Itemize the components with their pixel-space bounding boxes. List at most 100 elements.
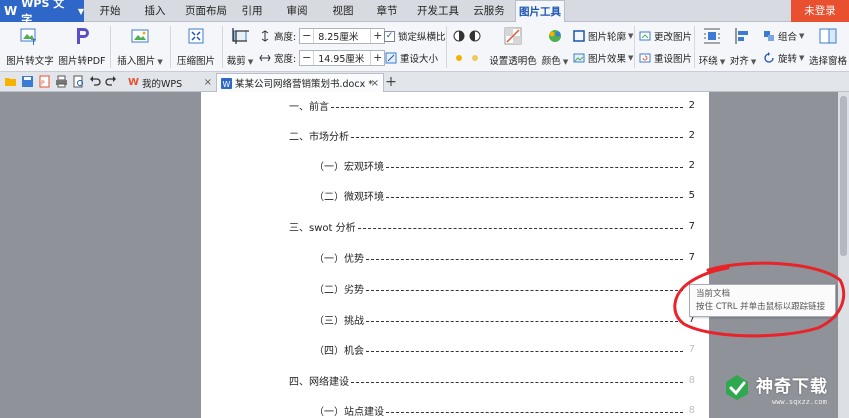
reset-picture-button[interactable]: 重设图片 <box>638 50 692 66</box>
tab-my-wps[interactable]: W 我的WPS × <box>124 73 216 92</box>
redo-icon[interactable] <box>104 75 117 88</box>
toc-leader <box>366 350 683 352</box>
lock-ratio-checkbox[interactable]: ✓ 锁定纵横比 <box>384 28 446 44</box>
toc-entry[interactable]: （二）微观环境 5 <box>314 188 695 203</box>
chevron-down-icon: ▼ <box>562 58 569 66</box>
contrast-buttons[interactable] <box>452 28 484 44</box>
wrap-icon <box>701 25 723 47</box>
reset-size-label: 重设大小 <box>400 54 439 65</box>
brightness-buttons[interactable] <box>452 50 484 66</box>
selection-pane-icon <box>817 25 839 47</box>
insert-picture-button[interactable]: 插入图片 ▼ <box>114 24 166 70</box>
toc-entry[interactable]: （一）宏观环境 2 <box>314 158 695 173</box>
toc-leader <box>366 320 683 322</box>
color-icon <box>544 25 566 47</box>
toc-entry[interactable]: 一、前言 2 <box>289 98 695 113</box>
document-page[interactable]: 一、前言 2 二、市场分析 2 （一）宏观环境 2 （二）微观环境 5 三、swot 分… <box>201 92 709 418</box>
pic-to-pdf-button[interactable]: 图片转PDF <box>58 24 106 70</box>
undo-icon[interactable] <box>89 75 102 88</box>
toc-leader <box>366 289 683 291</box>
wrap-button[interactable]: 环绕 ▼ <box>698 24 726 70</box>
height-decrease-button[interactable]: − <box>300 29 315 43</box>
scrollbar-thumb[interactable] <box>840 96 847 256</box>
tab-cloud-service[interactable]: 云服务 <box>467 0 511 22</box>
tab-picture-tools[interactable]: 图片工具 <box>515 0 565 23</box>
picture-outline-button[interactable]: 图片轮廓 ▼ <box>572 28 633 44</box>
chevron-down-icon: ▼ <box>799 54 805 62</box>
toc-leader <box>386 411 683 413</box>
tooltip-title: 当前文档 <box>696 289 731 299</box>
width-input[interactable]: 14.95厘米 <box>314 51 370 65</box>
align-button[interactable]: 对齐 ▼ <box>728 24 758 70</box>
picture-effect-button[interactable]: 图片效果 ▼ <box>572 50 633 66</box>
width-decrease-button[interactable]: − <box>300 51 315 65</box>
close-icon[interactable]: × <box>204 77 212 88</box>
toc-entry[interactable]: （二）劣势7 <box>314 281 695 296</box>
tab-view[interactable]: 视图 <box>326 0 360 22</box>
width-icon <box>258 52 271 65</box>
link-tooltip: 当前文档 按住 CTRL 并单击鼠标以跟踪链接 <box>689 284 836 317</box>
toc-leader <box>351 381 683 383</box>
compress-picture-icon <box>185 25 207 47</box>
picture-effect-label: 图片效果 <box>588 54 627 65</box>
reset-size-button[interactable]: 重设大小 <box>384 50 438 66</box>
site-watermark: 神奇下载 www.sqxzz.com <box>720 370 846 414</box>
save-icon[interactable] <box>21 75 34 88</box>
color-button[interactable]: 颜色 ▼ <box>540 24 570 70</box>
export-pdf-icon[interactable]: P <box>38 75 51 88</box>
menu-bar: W WPS 文字 ▼ 开始 插入 页面布局 引用 审阅 视图 章节 开发工具 云… <box>0 0 849 26</box>
wrap-label: 环绕 ▼ <box>699 53 725 67</box>
word-doc-icon: W <box>221 77 232 89</box>
tab-review[interactable]: 审阅 <box>280 0 314 22</box>
height-stepper[interactable]: − 8.25厘米 + <box>299 28 386 44</box>
height-input[interactable]: 8.25厘米 <box>314 29 370 43</box>
tab-my-wps-label: 我的WPS <box>142 78 183 90</box>
new-tab-plus-icon[interactable]: + <box>384 73 398 91</box>
toc-entry[interactable]: 三、swot 分析 7 <box>289 219 695 234</box>
selection-pane-button[interactable]: 选择窗格 <box>808 24 848 70</box>
picture-outline-icon <box>572 30 585 43</box>
rotate-button[interactable]: 旋转 ▼ <box>762 50 804 66</box>
group-button[interactable]: 组合 ▼ <box>762 28 804 44</box>
tab-document[interactable]: W 某某公司网络营销策划书.docx * × <box>216 73 384 92</box>
tab-developer[interactable]: 开发工具 <box>413 0 463 22</box>
toc-entry[interactable]: 四、网络建设 8 <box>289 373 695 388</box>
toc-entry[interactable]: （一）优势 7 <box>314 250 695 265</box>
chevron-down-icon: ▼ <box>750 58 757 66</box>
set-transparent-button[interactable]: 设置透明色 <box>486 24 540 70</box>
pic-to-text-button[interactable]: T 图片转文字 <box>6 24 54 70</box>
close-icon[interactable]: × <box>371 78 379 89</box>
change-picture-button[interactable]: 更改图片 <box>638 28 692 44</box>
insert-picture-label: 插入图片 ▼ <box>117 53 162 67</box>
tab-document-label: 某某公司网络营销策划书.docx * <box>235 79 373 90</box>
height-increase-button[interactable]: + <box>370 29 384 43</box>
tab-insert[interactable]: 插入 <box>137 0 173 22</box>
print-preview-icon[interactable] <box>72 75 85 88</box>
toc-page-number: 7 <box>688 251 695 263</box>
tooltip-hint: 按住 CTRL 并单击鼠标以跟踪链接 <box>696 302 826 312</box>
tab-page-layout[interactable]: 页面布局 <box>182 0 230 22</box>
pic-to-text-label: 图片转文字 <box>6 56 54 67</box>
tab-start[interactable]: 开始 <box>92 0 128 22</box>
app-menu-button[interactable]: W WPS 文字 ▼ <box>0 0 84 26</box>
group-icon <box>762 30 775 43</box>
login-button[interactable]: 未登录 <box>791 0 849 22</box>
open-folder-icon[interactable] <box>4 75 17 88</box>
toc-entry[interactable]: （三）挑战 7 <box>314 312 695 327</box>
width-stepper[interactable]: − 14.95厘米 + <box>299 50 386 66</box>
height-icon <box>258 30 271 43</box>
svg-text:T: T <box>30 38 36 46</box>
ribbon-divider <box>634 26 635 68</box>
crop-button[interactable]: 裁剪 ▼ <box>226 24 254 70</box>
tab-references[interactable]: 引用 <box>236 0 268 22</box>
rotate-label: 旋转 <box>778 54 798 65</box>
compress-picture-button[interactable]: 压缩图片 <box>174 24 218 70</box>
tab-chapter[interactable]: 章节 <box>370 0 404 22</box>
width-increase-button[interactable]: + <box>370 51 384 65</box>
watermark-logo-icon <box>726 375 748 400</box>
toc-entry[interactable]: （一）站点建设 8 <box>314 403 695 418</box>
toc-entry[interactable]: （四）机会 7 <box>314 342 695 357</box>
crop-icon <box>229 25 251 47</box>
toc-entry[interactable]: 二、市场分析 2 <box>289 128 695 143</box>
print-icon[interactable] <box>55 75 68 88</box>
